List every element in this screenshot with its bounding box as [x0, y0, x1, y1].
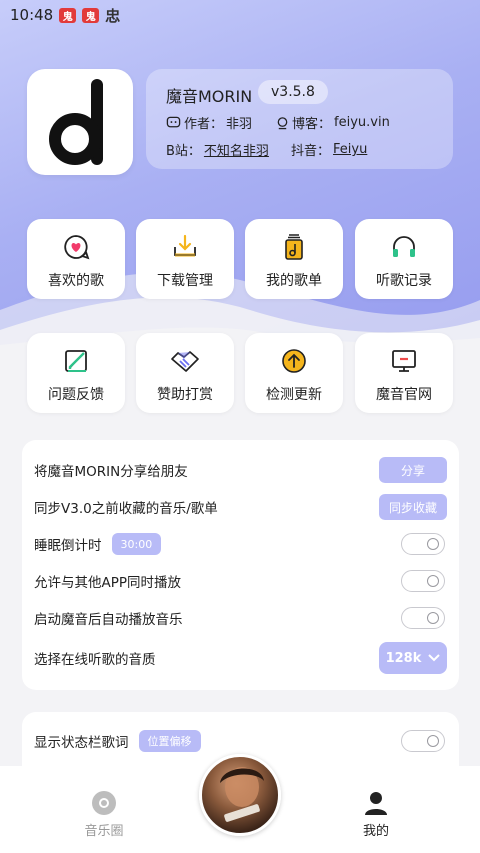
version-badge: v3.5.8	[258, 80, 328, 104]
heart-bubble-icon	[61, 232, 91, 262]
tile-my-playlists[interactable]: 我的歌单	[245, 219, 343, 299]
tile-label: 听歌记录	[376, 273, 432, 289]
setting-sleep-row: 睡眠倒计时 30:00	[34, 529, 447, 559]
blog-link[interactable]: feiyu.vin	[334, 115, 390, 130]
blog-label: 博客：	[292, 117, 332, 132]
setting-quality-row: 选择在线听歌的音质 128k	[34, 642, 447, 674]
tile-label: 魔音官网	[376, 387, 432, 403]
status-app-icon: 忠	[105, 6, 121, 25]
app-info-card: 魔音MORIN v3.5.8 作者： 非羽 博客： feiyu.vin B站： …	[146, 69, 453, 169]
douyin-link[interactable]: Feiyu	[333, 142, 367, 157]
feedback-icon	[61, 346, 91, 376]
setting-quality-label: 选择在线听歌的音质	[34, 652, 156, 668]
setting-share-label: 将魔音MORIN分享给朋友	[34, 464, 188, 480]
tile-label: 下载管理	[157, 273, 213, 289]
tab-music-circle[interactable]: 音乐圈	[64, 790, 144, 839]
sleep-timer-button[interactable]: 30:00	[111, 533, 162, 555]
allow-concurrent-toggle[interactable]	[401, 570, 445, 592]
autoplay-toggle[interactable]	[401, 607, 445, 629]
setting-autoplay-label: 启动魔音后自动播放音乐	[34, 612, 183, 628]
author-icon	[166, 116, 181, 128]
setting-sync-row: 同步V3.0之前收藏的音乐/歌单 同步收藏	[34, 492, 447, 522]
author-label: 作者：	[184, 117, 224, 132]
blog-icon	[277, 116, 288, 129]
bilibili-link[interactable]: 不知名非羽	[204, 140, 269, 159]
status-notification-icon: 鬼	[59, 7, 77, 23]
tile-label: 我的歌单	[266, 273, 322, 289]
setting-allow-label: 允许与其他APP同时播放	[34, 575, 182, 591]
update-icon	[279, 346, 309, 376]
tile-official-site[interactable]: 魔音官网	[355, 333, 453, 413]
app-name: 魔音MORIN	[166, 87, 253, 106]
settings-card: 将魔音MORIN分享给朋友 分享 同步V3.0之前收藏的音乐/歌单 同步收藏 睡…	[22, 440, 459, 690]
setting-sync-label: 同步V3.0之前收藏的音乐/歌单	[34, 501, 218, 517]
tab-mine[interactable]: 我的	[336, 790, 416, 839]
monitor-icon	[389, 346, 419, 376]
sync-favorites-button[interactable]: 同步收藏	[379, 494, 447, 520]
tile-check-update[interactable]: 检测更新	[245, 333, 343, 413]
hero-background	[0, 0, 480, 360]
quality-select[interactable]: 128k	[379, 642, 447, 674]
tile-label: 检测更新	[266, 387, 322, 403]
blog-row[interactable]: 博客： feiyu.vin	[276, 113, 390, 132]
tile-download-manager[interactable]: 下载管理	[136, 219, 234, 299]
download-icon	[170, 232, 200, 262]
tile-listening-history[interactable]: 听歌记录	[355, 219, 453, 299]
douyin-row[interactable]: 抖音： Feiyu	[291, 140, 367, 159]
tile-label: 问题反馈	[48, 387, 104, 403]
tile-sponsor[interactable]: 赞助打赏	[136, 333, 234, 413]
author-row: 作者： 非羽	[166, 113, 252, 132]
tab-label: 音乐圈	[84, 824, 124, 839]
chevron-down-icon	[428, 654, 441, 662]
setting-sleep-label: 睡眠倒计时	[34, 538, 102, 554]
bilibili-label: B站：	[166, 144, 201, 159]
disc-icon	[92, 791, 116, 815]
now-playing-cover[interactable]	[199, 754, 281, 836]
tab-label: 我的	[362, 824, 389, 839]
status-bar: 10:48 鬼 鬼 忠	[0, 0, 480, 30]
status-bar-lyrics-toggle[interactable]	[401, 730, 445, 752]
tile-label: 赞助打赏	[157, 387, 213, 403]
music-note-logo-icon	[49, 79, 103, 165]
bilibili-row[interactable]: B站： 不知名非羽	[166, 140, 269, 159]
share-button[interactable]: 分享	[379, 457, 447, 483]
person-icon	[365, 792, 387, 815]
tile-favorite-songs[interactable]: 喜欢的歌	[27, 219, 125, 299]
status-time: 10:48	[10, 6, 54, 24]
setting-allow-row: 允许与其他APP同时播放	[34, 566, 447, 596]
sleep-timer-toggle[interactable]	[401, 533, 445, 555]
app-logo	[27, 69, 133, 175]
playlist-icon	[279, 232, 309, 262]
handshake-icon	[170, 346, 200, 376]
douyin-label: 抖音：	[291, 144, 331, 159]
author-name: 非羽	[226, 117, 253, 132]
tile-label: 喜欢的歌	[48, 273, 104, 289]
position-offset-button[interactable]: 位置偏移	[138, 730, 201, 752]
setting-lyrics-label: 显示状态栏歌词	[34, 735, 129, 751]
setting-autoplay-row: 启动魔音后自动播放音乐	[34, 603, 447, 633]
quality-value: 128k	[385, 650, 422, 666]
status-notification-icon: 鬼	[82, 7, 100, 23]
headphones-icon	[389, 232, 419, 262]
setting-share-row: 将魔音MORIN分享给朋友 分享	[34, 455, 447, 485]
tile-feedback[interactable]: 问题反馈	[27, 333, 125, 413]
